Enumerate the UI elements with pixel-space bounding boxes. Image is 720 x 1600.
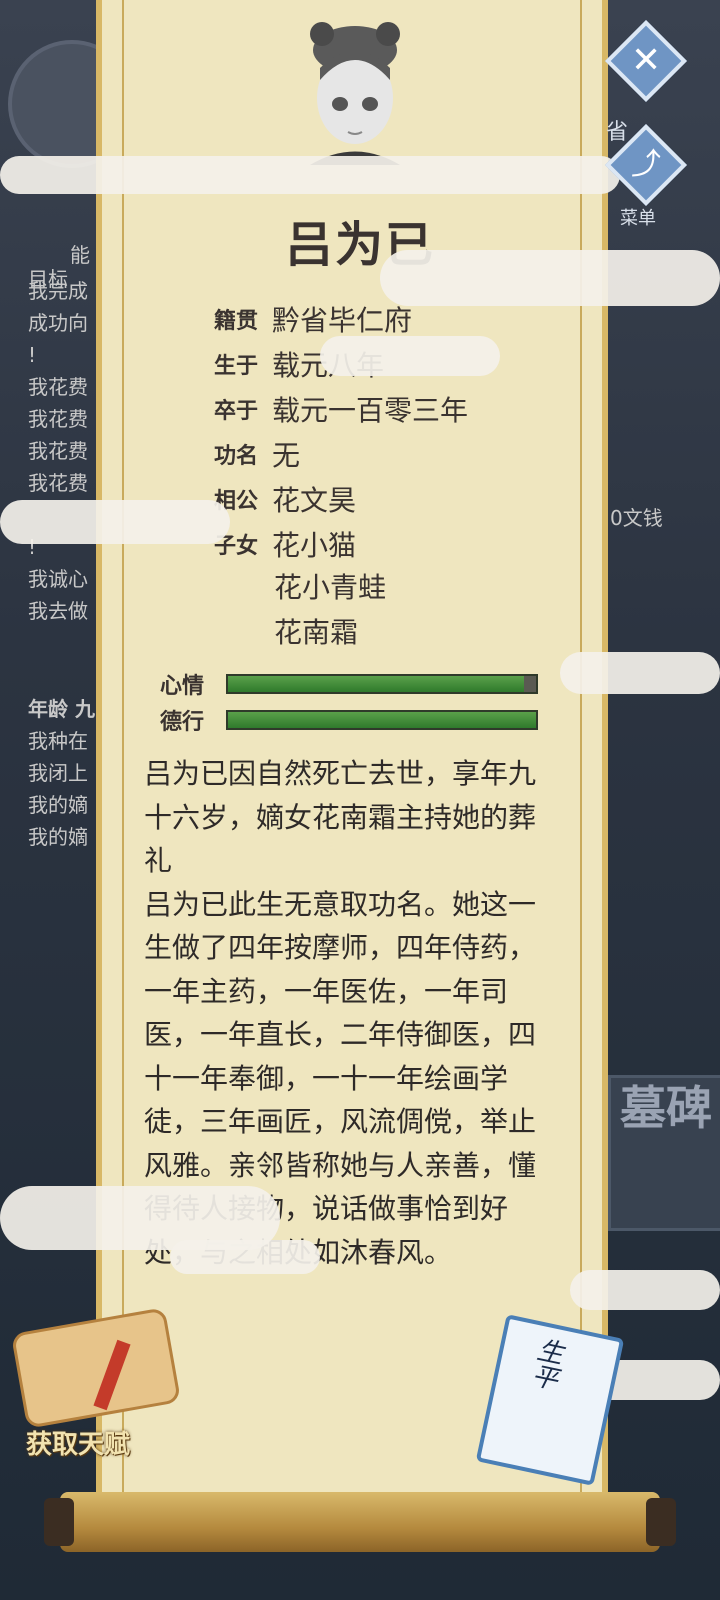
background-log-line: ! [28,343,37,367]
cloud-decoration [320,336,500,376]
tomb-label: 墓碑 [620,1081,712,1135]
get-talent-button[interactable]: 获取天赋 [10,1307,182,1470]
background-log-line: 我花费 [28,471,88,495]
info-row-spouse: 相公 花文昊 [214,476,468,521]
background-log-line: 我花费 [28,375,88,399]
stat-mood: 心情 [160,666,538,702]
background-log-line: 我完成 [28,279,88,303]
menu-label[interactable]: 菜单 [620,204,656,230]
cloud-decoration [0,156,620,194]
cloud-decoration [560,652,720,694]
cloud-decoration [170,1240,320,1274]
share-icon: ⤴ [631,147,661,182]
background-log-line: 我种在 [28,729,88,753]
background-age-label: 年龄 九 [28,697,95,721]
children-list: . 花小青蛙 花南霜 [274,520,386,655]
character-avatar [310,22,400,165]
child-name: 花小青蛙 [274,571,387,604]
info-value: 花文昊 [272,483,357,517]
stat-label: 心情 [160,674,205,699]
info-value: 载元一百零三年 [272,393,469,427]
tomb-button[interactable]: 墓碑 [608,1075,720,1231]
info-label: 卒于 [214,398,259,424]
mood-bar-fill [228,676,524,692]
background-log-line: 成功向 [28,311,88,335]
close-icon: ✕ [630,39,662,81]
info-value: 黔省毕仁府 [272,303,413,337]
death-summary: 吕为已因自然死亡去世，享年九十六岁，嫡女花南霜主持她的葬礼 [144,757,537,877]
cloud-decoration [570,1270,720,1310]
cloud-decoration [0,500,230,544]
background-money-text: 0文钱 [610,506,663,530]
child-name: 花南霜 [274,616,359,649]
background-log-line: 我的嫡 [28,793,88,817]
background-log-line: 我花费 [28,439,88,463]
info-label: 功名 [214,443,259,469]
virtue-bar-fill [228,712,536,728]
background-log-line: 我去做 [28,599,88,623]
info-label: 籍贯 [214,308,259,334]
info-row-rank: 功名 无 [214,431,468,476]
stat-label: 德行 [160,710,205,735]
background-log-line: 我的嫡 [28,825,88,849]
info-label: 生于 [214,353,259,379]
stat-bars: 心情 德行 [160,666,538,738]
scroll-rod-end [44,1498,74,1546]
scroll-icon [10,1307,182,1429]
mood-bar [226,674,538,694]
stat-virtue: 德行 [160,702,538,738]
background-log-line: 我花费 [28,407,88,431]
background-log-line: 我诚心 [28,567,88,591]
cloud-decoration [380,250,720,306]
virtue-bar [226,710,538,730]
province-label: 省 [606,120,629,145]
background-log-line: 我闭上 [28,761,88,785]
info-row-died: 卒于 载元一百零三年 [214,386,468,431]
scroll-rod [60,1492,660,1552]
get-talent-label: 获取天赋 [26,1430,131,1460]
info-value: 无 [272,438,301,472]
scroll-rod-end [646,1498,676,1546]
